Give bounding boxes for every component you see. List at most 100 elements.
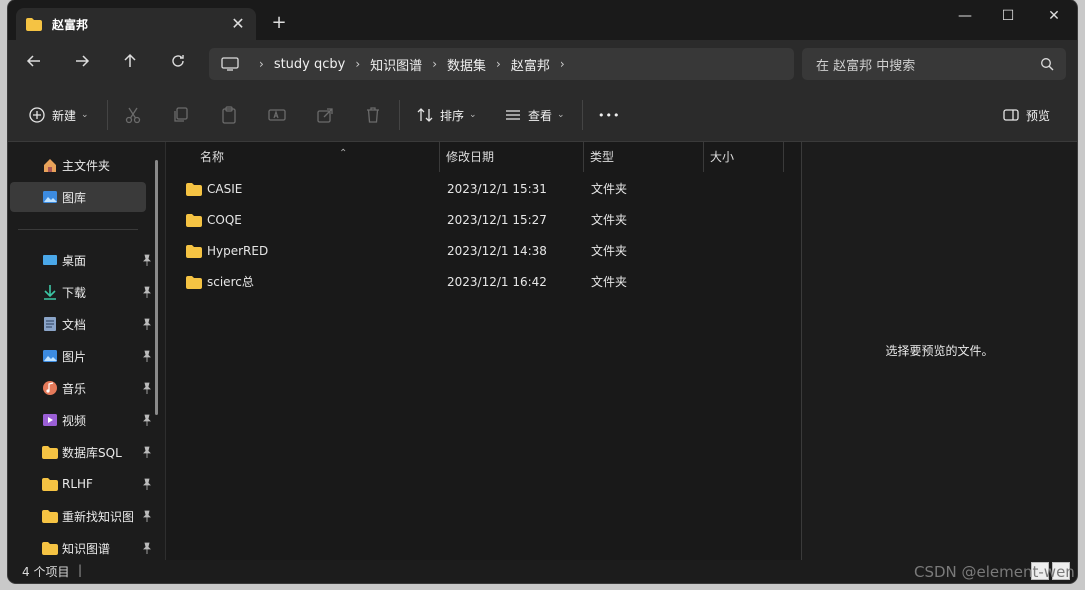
- sidebar-item-videos[interactable]: 视频: [10, 405, 151, 435]
- file-name: scierc总: [207, 275, 254, 289]
- file-explorer-window: 赵富邦 ✕ + — ☐ ✕ › study qcby › 知识图谱 › 数据集 …: [8, 0, 1077, 583]
- column-header-name[interactable]: 名称 ⌃: [194, 142, 440, 172]
- sidebar-item-home[interactable]: 主文件夹: [10, 150, 146, 180]
- chevron-right-icon[interactable]: ›: [432, 57, 437, 71]
- copy-icon[interactable]: [172, 106, 190, 124]
- chevron-right-icon[interactable]: ›: [560, 57, 565, 71]
- search-input[interactable]: 在 赵富邦 中搜索: [802, 48, 1066, 80]
- new-label: 新建: [52, 108, 77, 123]
- pin-icon[interactable]: [142, 542, 152, 554]
- gallery-icon: [43, 191, 57, 203]
- sidebar-item-documents[interactable]: 文档: [10, 309, 151, 339]
- breadcrumb-datasets[interactable]: 数据集: [447, 55, 486, 74]
- paste-icon[interactable]: [220, 106, 238, 124]
- chevron-right-icon[interactable]: ›: [355, 57, 360, 71]
- title-bar: 赵富邦 ✕ + — ☐ ✕: [8, 0, 1077, 40]
- view-button[interactable]: 查看 ⌄: [504, 103, 565, 127]
- share-icon[interactable]: [316, 106, 334, 124]
- status-separator: |: [78, 563, 83, 577]
- preview-pane-icon: [1003, 109, 1019, 121]
- file-list: 名称 ⌃ 修改日期 类型 大小 CASIE 2023/12/1 15:31 文件…: [165, 142, 801, 560]
- table-row[interactable]: scierc总 2023/12/1 16:42 文件夹: [166, 267, 802, 298]
- sidebar-item-label: 知识图谱: [62, 541, 111, 556]
- up-arrow-icon[interactable]: [118, 52, 142, 76]
- sidebar-item-refind-kg[interactable]: 重新找知识图: [10, 501, 151, 531]
- column-date-label: 修改日期: [446, 150, 495, 164]
- watermark: CSDN @element-wen: [914, 563, 1075, 581]
- search-icon: [1041, 58, 1054, 71]
- file-date: 2023/12/1 14:38: [447, 244, 547, 258]
- pin-icon[interactable]: [142, 446, 152, 458]
- file-name: HyperRED: [207, 244, 269, 258]
- cut-icon[interactable]: [124, 106, 142, 124]
- divider: [582, 100, 583, 130]
- minimize-button[interactable]: —: [942, 4, 988, 28]
- sidebar-divider: [18, 229, 138, 230]
- new-tab-button[interactable]: +: [268, 12, 290, 34]
- file-name: COQE: [207, 213, 242, 227]
- close-window-button[interactable]: ✕: [1031, 4, 1077, 28]
- sidebar-item-label: 视频: [62, 413, 87, 428]
- column-name-label: 名称: [200, 150, 225, 164]
- more-options-button[interactable]: •••: [598, 103, 620, 127]
- sort-icon: [417, 108, 433, 122]
- column-header-date[interactable]: 修改日期: [440, 142, 584, 172]
- preview-pane-button[interactable]: 预览: [1002, 103, 1050, 127]
- file-date: 2023/12/1 15:27: [447, 213, 547, 227]
- sidebar-item-label: 数据库SQL: [62, 445, 122, 460]
- pictures-icon: [43, 350, 57, 362]
- sidebar-item-label: 文档: [62, 317, 87, 332]
- item-count: 4 个项目: [22, 565, 70, 579]
- forward-arrow-icon[interactable]: [70, 52, 94, 76]
- pin-icon[interactable]: [142, 254, 152, 266]
- pin-icon[interactable]: [142, 478, 152, 490]
- divider: [399, 100, 400, 130]
- folder-icon: [186, 214, 202, 227]
- back-arrow-icon[interactable]: [22, 52, 46, 76]
- pin-icon[interactable]: [142, 382, 152, 394]
- music-icon: [43, 381, 57, 395]
- sidebar-item-sql-database[interactable]: 数据库SQL: [10, 437, 151, 467]
- table-row[interactable]: CASIE 2023/12/1 15:31 文件夹: [166, 174, 802, 205]
- search-placeholder: 在 赵富邦 中搜索: [816, 58, 916, 74]
- sidebar-item-knowledge-graph[interactable]: 知识图谱: [10, 533, 151, 563]
- breadcrumb-knowledge-graph[interactable]: 知识图谱: [370, 55, 422, 74]
- home-icon: [44, 159, 56, 172]
- folder-icon: [186, 245, 202, 258]
- pin-icon[interactable]: [142, 350, 152, 362]
- pin-icon[interactable]: [142, 414, 152, 426]
- chevron-right-icon[interactable]: ›: [259, 57, 264, 71]
- tab-zhaofubang[interactable]: 赵富邦 ✕: [16, 8, 256, 40]
- pin-icon[interactable]: [142, 318, 152, 330]
- maximize-button[interactable]: ☐: [985, 4, 1031, 28]
- rename-icon[interactable]: [268, 106, 286, 124]
- pin-icon[interactable]: [142, 510, 152, 522]
- sidebar-item-gallery[interactable]: 图库: [10, 182, 146, 212]
- column-header-size[interactable]: 大小: [704, 142, 784, 172]
- pin-icon[interactable]: [142, 286, 152, 298]
- sidebar-item-music[interactable]: 音乐: [10, 373, 151, 403]
- address-bar[interactable]: › study qcby › 知识图谱 › 数据集 › 赵富邦 ›: [209, 48, 794, 80]
- sidebar-item-downloads[interactable]: 下载: [10, 277, 151, 307]
- video-icon: [43, 414, 57, 426]
- sidebar-item-rlhf[interactable]: RLHF: [10, 469, 151, 499]
- delete-icon[interactable]: [364, 106, 382, 124]
- command-bar: 新建 ⌄ 排序 ⌄ 查看 ⌄ ••• 预览: [8, 88, 1077, 142]
- plus-circle-icon: [29, 107, 45, 123]
- document-icon: [44, 317, 56, 331]
- table-row[interactable]: HyperRED 2023/12/1 14:38 文件夹: [166, 236, 802, 267]
- chevron-right-icon[interactable]: ›: [496, 57, 501, 71]
- sidebar-item-pictures[interactable]: 图片: [10, 341, 151, 371]
- sidebar-scrollbar[interactable]: [155, 160, 158, 415]
- column-header-type[interactable]: 类型: [584, 142, 704, 172]
- new-button[interactable]: 新建 ⌄: [28, 103, 89, 127]
- folder-icon: [42, 478, 58, 491]
- close-tab-icon[interactable]: ✕: [228, 14, 248, 34]
- refresh-icon[interactable]: [166, 52, 190, 76]
- table-row[interactable]: COQE 2023/12/1 15:27 文件夹: [166, 205, 802, 236]
- breadcrumb-study-qcby[interactable]: study qcby: [274, 57, 346, 72]
- sidebar-item-desktop[interactable]: 桌面: [10, 245, 151, 275]
- sort-button[interactable]: 排序 ⌄: [416, 103, 477, 127]
- file-type: 文件夹: [591, 275, 628, 289]
- breadcrumb-zhaofubang[interactable]: 赵富邦: [511, 55, 550, 74]
